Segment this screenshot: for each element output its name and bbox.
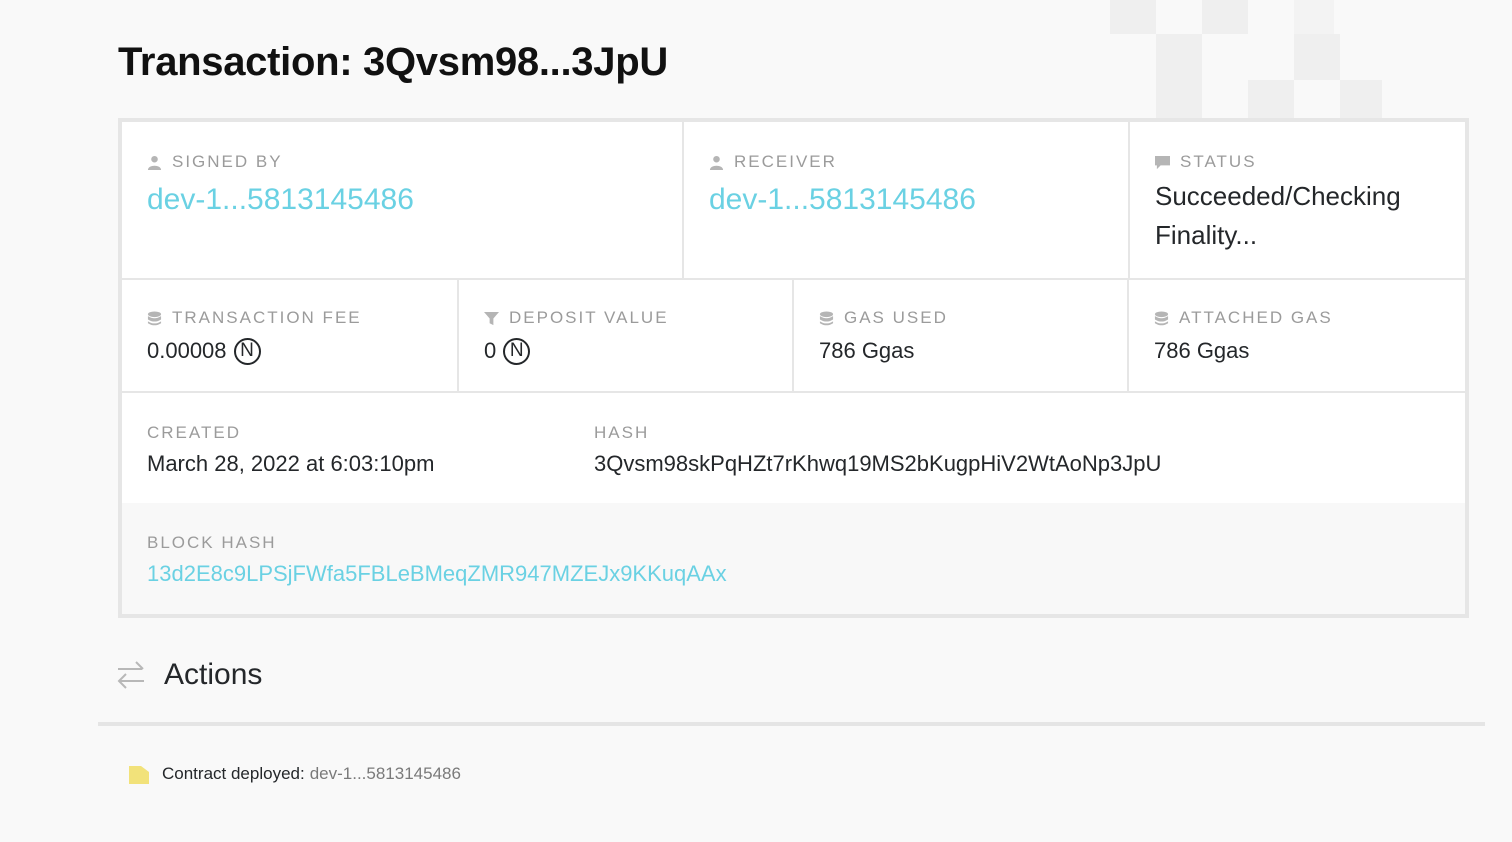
actions-divider bbox=[98, 722, 1485, 726]
created-value: March 28, 2022 at 6:03:10pm bbox=[147, 451, 435, 476]
actions-title: Actions bbox=[164, 658, 263, 691]
near-token-icon: N bbox=[503, 337, 531, 365]
status-value: Succeeded/Checking Finality... bbox=[1155, 181, 1401, 250]
actions-header: Actions bbox=[116, 655, 262, 695]
gas-used-label-row: GAS USED bbox=[819, 308, 1127, 328]
attached-gas-label: ATTACHED GAS bbox=[1179, 308, 1333, 327]
action-item: Contract deployed: dev-1...5813145486 bbox=[129, 764, 461, 784]
attached-gas-value: 786 Ggas bbox=[1154, 338, 1250, 363]
attached-gas-cell: ATTACHED GAS 786 Ggas bbox=[1129, 280, 1465, 393]
block-hash-link[interactable]: 13d2E8c9LPSjFWfa5FBLeBMeqZMR947MZEJx9KKu… bbox=[147, 559, 1465, 589]
hash-value: 3Qvsm98skPqHZt7rKhwq19MS2bKugpHiV2WtAoNp… bbox=[594, 451, 1162, 476]
user-icon bbox=[709, 155, 724, 170]
action-account-link[interactable]: dev-1...5813145486 bbox=[310, 764, 461, 784]
block-hash-cell: BLOCK HASH 13d2E8c9LPSjFWfa5FBLeBMeqZMR9… bbox=[122, 503, 1465, 614]
gas-used-cell: GAS USED 786 Ggas bbox=[794, 280, 1129, 393]
transaction-card: SIGNED BY dev-1...5813145486 RECEIVER de… bbox=[118, 118, 1469, 618]
deposit-value: 0 bbox=[484, 338, 497, 363]
hash-label: HASH bbox=[594, 423, 650, 442]
transaction-fee-cell: TRANSACTION FEE 0.00008 N bbox=[122, 280, 459, 393]
signed-by-link[interactable]: dev-1...5813145486 bbox=[147, 182, 682, 218]
attached-gas-label-row: ATTACHED GAS bbox=[1154, 308, 1465, 328]
database-icon bbox=[819, 310, 834, 325]
page-title: Transaction: 3Qvsm98...3JpU bbox=[118, 40, 668, 84]
created-label: CREATED bbox=[147, 423, 241, 442]
filter-icon bbox=[484, 311, 499, 325]
transaction-fee-value-row: 0.00008 N bbox=[147, 336, 457, 366]
swap-arrows-icon bbox=[117, 661, 144, 689]
transaction-fee-value: 0.00008 bbox=[147, 338, 227, 363]
signed-by-cell: SIGNED BY dev-1...5813145486 bbox=[122, 122, 684, 280]
gas-used-value: 786 Ggas bbox=[819, 338, 915, 363]
status-label: STATUS bbox=[1180, 152, 1257, 171]
action-prefix: Contract deployed: bbox=[162, 764, 305, 783]
created-cell: CREATED March 28, 2022 at 6:03:10pm bbox=[122, 393, 569, 503]
signed-by-label: SIGNED BY bbox=[172, 152, 283, 171]
status-label-row: STATUS bbox=[1155, 152, 1465, 172]
deposit-value-row: 0 N bbox=[484, 336, 792, 366]
deposit-value-label: DEPOSIT VALUE bbox=[509, 308, 669, 327]
block-hash-label: BLOCK HASH bbox=[147, 533, 277, 552]
database-icon bbox=[1154, 310, 1169, 325]
status-cell: STATUS Succeeded/Checking Finality... bbox=[1130, 122, 1465, 280]
transaction-fee-label-row: TRANSACTION FEE bbox=[147, 308, 457, 328]
hash-cell: HASH 3Qvsm98skPqHZt7rKhwq19MS2bKugpHiV2W… bbox=[569, 393, 1465, 503]
transaction-fee-label: TRANSACTION FEE bbox=[172, 308, 362, 327]
receiver-label-row: RECEIVER bbox=[709, 152, 1128, 172]
comment-icon bbox=[1155, 155, 1170, 169]
receiver-label: RECEIVER bbox=[734, 152, 837, 171]
deposit-value-cell: DEPOSIT VALUE 0 N bbox=[459, 280, 794, 393]
deposit-value-label-row: DEPOSIT VALUE bbox=[484, 308, 792, 328]
database-icon bbox=[147, 310, 162, 325]
signed-by-label-row: SIGNED BY bbox=[147, 152, 682, 172]
receiver-cell: RECEIVER dev-1...5813145486 bbox=[684, 122, 1130, 280]
receiver-link[interactable]: dev-1...5813145486 bbox=[709, 182, 1128, 218]
gas-used-label: GAS USED bbox=[844, 308, 948, 327]
near-token-icon: N bbox=[233, 337, 261, 365]
user-icon bbox=[147, 155, 162, 170]
file-icon bbox=[129, 766, 149, 784]
page: Transaction: 3Qvsm98...3JpU SIGNED BY de… bbox=[0, 0, 1512, 842]
